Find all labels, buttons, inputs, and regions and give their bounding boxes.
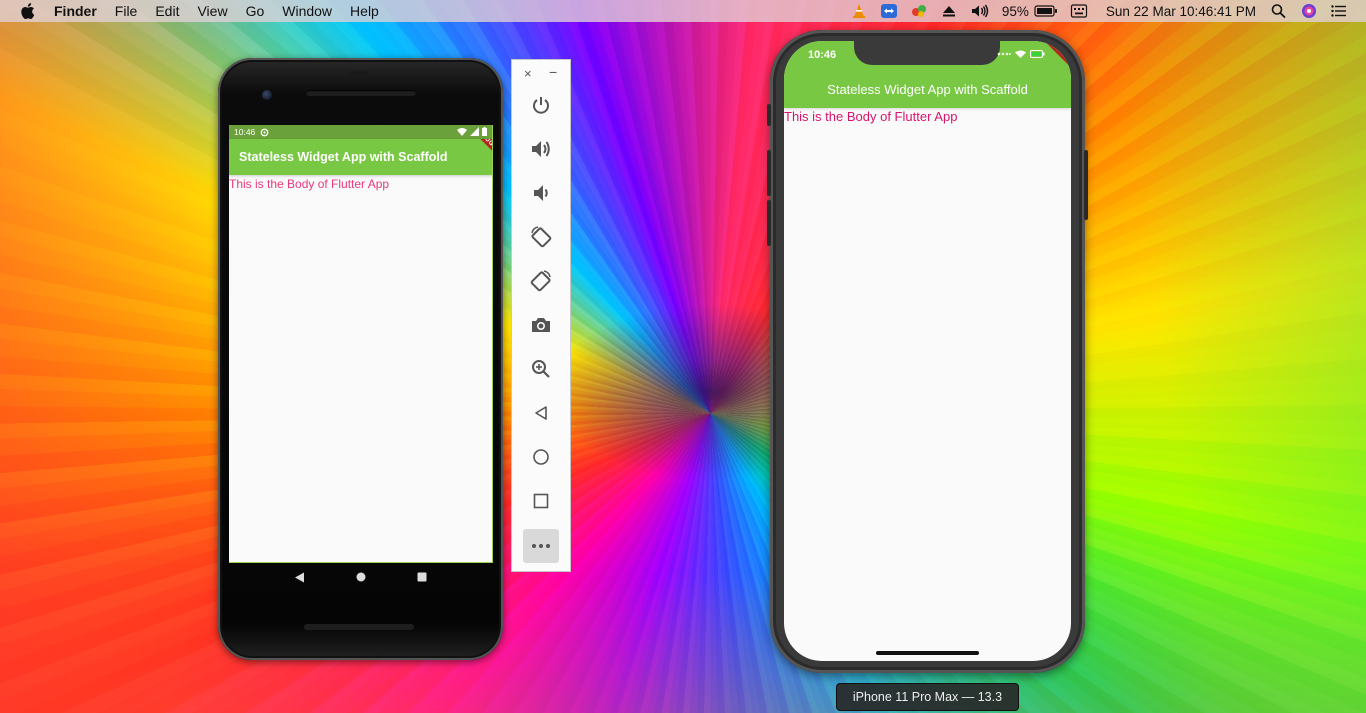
battery-icon	[1030, 50, 1045, 58]
signal-dots-icon	[997, 52, 1011, 56]
rotate-right-button[interactable]	[523, 264, 559, 298]
ios-simulator-device: 10:46 Stateless Widget App with Scaffold…	[767, 30, 1088, 673]
android-app-bar-title: Stateless Widget App with Scaffold	[239, 150, 448, 164]
android-bottom-speaker	[304, 624, 414, 630]
screenshot-button[interactable]	[523, 308, 559, 342]
menu-view[interactable]: View	[197, 3, 227, 19]
battery-icon	[482, 127, 487, 136]
android-status-icons	[457, 127, 487, 136]
ios-app-bar: 10:46 Stateless Widget App with Scaffold…	[784, 41, 1071, 108]
notification-center-icon[interactable]	[1330, 3, 1348, 19]
home-button[interactable]	[523, 440, 559, 474]
ios-screen[interactable]: 10:46 Stateless Widget App with Scaffold…	[784, 41, 1071, 661]
android-nav-back-icon[interactable]	[294, 572, 305, 583]
volume-up-icon	[532, 141, 550, 157]
rotate-right-icon	[530, 270, 551, 292]
wifi-icon	[1015, 50, 1026, 58]
colorful-app-icon[interactable]	[910, 3, 928, 19]
wifi-icon	[457, 128, 467, 136]
battery-percent: 95%	[1001, 3, 1029, 19]
android-sensor	[349, 71, 369, 76]
power-button[interactable]	[523, 88, 559, 122]
emulator-close-button[interactable]: ×	[524, 66, 532, 81]
volume-up-side-button	[767, 150, 771, 196]
android-top-speaker	[306, 90, 416, 96]
back-button[interactable]	[523, 396, 559, 430]
menu-help[interactable]: Help	[350, 3, 379, 19]
menu-edit[interactable]: Edit	[155, 3, 179, 19]
overview-button[interactable]	[523, 484, 559, 518]
teamviewer-icon[interactable]	[880, 3, 898, 19]
apple-logo-icon[interactable]	[19, 2, 35, 20]
android-body-text: This is the Body of Flutter App	[229, 177, 390, 191]
volume-down-icon	[534, 185, 548, 201]
input-keyboard-icon[interactable]	[1070, 3, 1088, 19]
menu-bar-status-area: 95% Sun 22 Mar 10:46:41 PM	[850, 0, 1366, 22]
android-navigation-bar	[229, 563, 492, 591]
android-status-time: 10:46	[234, 127, 256, 137]
rotate-left-button[interactable]	[523, 220, 559, 254]
battery-icon[interactable]	[1034, 3, 1058, 19]
ios-status-time: 10:46	[808, 49, 837, 61]
desktop-wallpaper: Finder File Edit View Go Window Help 95%…	[0, 0, 1366, 713]
menu-go[interactable]: Go	[246, 3, 265, 19]
spotlight-search-icon[interactable]	[1270, 3, 1288, 19]
menu-app-name[interactable]: Finder	[54, 3, 97, 19]
emulator-minimize-button[interactable]: −	[549, 64, 557, 80]
zoom-button[interactable]	[523, 352, 559, 386]
zoom-in-icon	[532, 360, 550, 378]
android-nav-home-icon[interactable]	[356, 572, 366, 582]
eject-icon[interactable]	[940, 3, 958, 19]
android-screen[interactable]: 10:46 Stateless Widget App with Scaffold…	[229, 125, 493, 563]
ios-app-bar-title: Stateless Widget App with Scaffold	[827, 82, 1028, 97]
menu-window[interactable]: Window	[282, 3, 332, 19]
power-icon	[533, 97, 549, 114]
toolbar-header: × −	[512, 60, 570, 88]
android-emulator-device: 10:46 Stateless Widget App with Scaffold…	[218, 58, 503, 660]
menu-file[interactable]: File	[115, 3, 138, 19]
ios-home-indicator[interactable]	[876, 651, 979, 655]
vlc-cone-icon[interactable]	[850, 3, 868, 19]
android-status-bar: 10:46	[229, 125, 492, 139]
back-triangle-icon	[535, 406, 547, 420]
rotate-left-icon	[531, 226, 552, 248]
macos-menu-bar: Finder File Edit View Go Window Help 95%…	[0, 0, 1366, 22]
siri-icon[interactable]	[1300, 3, 1318, 19]
home-circle-icon	[533, 449, 549, 465]
iphone-notch	[854, 41, 1000, 65]
volume-up-button[interactable]	[523, 132, 559, 166]
cell-signal-icon	[470, 127, 479, 136]
volume-down-button[interactable]	[523, 176, 559, 210]
menu-bar-clock[interactable]: Sun 22 Mar 10:46:41 PM	[1106, 4, 1256, 19]
ringer-switch	[767, 104, 771, 126]
volume-icon[interactable]	[970, 3, 990, 19]
overview-square-icon	[533, 493, 549, 509]
android-nav-recents-icon[interactable]	[417, 572, 427, 582]
more-options-button[interactable]	[523, 529, 559, 563]
more-dots-icon	[532, 544, 550, 548]
camera-icon	[532, 318, 550, 332]
volume-down-side-button	[767, 200, 771, 246]
side-power-button	[1084, 150, 1088, 220]
ios-status-icons	[997, 50, 1045, 58]
ios-body-text: This is the Body of Flutter App	[784, 109, 958, 124]
android-settings-status-icon	[260, 128, 269, 136]
android-app-bar: Stateless Widget App with Scaffold DEBUG	[229, 139, 492, 175]
emulator-toolbar: × −	[511, 59, 571, 572]
simulator-device-label: iPhone 11 Pro Max — 13.3	[836, 683, 1019, 711]
android-debug-banner: DEBUG	[467, 139, 492, 154]
front-camera-icon	[262, 90, 272, 100]
